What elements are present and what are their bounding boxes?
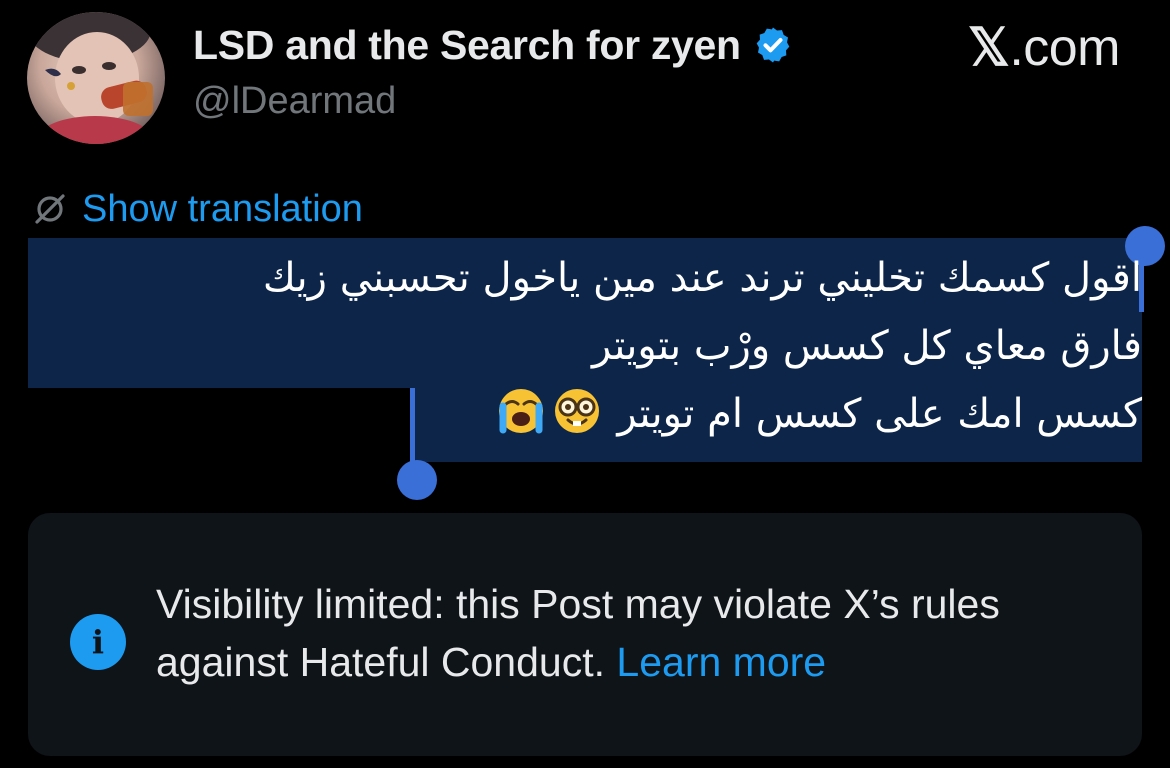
author-handle[interactable]: @lDearmad bbox=[193, 80, 396, 123]
translate-globe-icon bbox=[30, 189, 70, 229]
site-label: 𝕏.com bbox=[967, 18, 1121, 78]
visibility-notice-message: Visibility limited: this Post may violat… bbox=[156, 581, 1000, 685]
avatar[interactable] bbox=[27, 12, 165, 144]
avatar-photo bbox=[27, 12, 153, 144]
author-display-name[interactable]: LSD and the Search for zyen bbox=[193, 22, 741, 69]
show-translation-label[interactable]: Show translation bbox=[82, 188, 363, 231]
show-translation-button[interactable]: Show translation bbox=[30, 186, 363, 232]
post-text-line-with-emoji: كسس امك على كسس ام تويتر bbox=[62, 380, 1142, 448]
loudly-crying-face-emoji bbox=[496, 386, 546, 436]
learn-more-link[interactable]: Learn more bbox=[616, 639, 826, 685]
selection-start-handle[interactable] bbox=[397, 460, 437, 500]
nerd-face-emoji bbox=[552, 386, 602, 436]
author-name-row[interactable]: LSD and the Search for zyen bbox=[193, 18, 793, 72]
verified-badge-icon bbox=[753, 25, 793, 65]
site-domain: .com bbox=[1009, 19, 1120, 77]
post-text-line: فارق معاي كل كسس ورْب بتويتر bbox=[592, 323, 1142, 369]
visibility-notice-text: Visibility limited: this Post may violat… bbox=[156, 575, 1116, 691]
post-text-line: اقول كسمك تخليني ترند عند مين ياخول تحسب… bbox=[262, 255, 1142, 301]
visibility-notice-card: i Visibility limited: this Post may viol… bbox=[28, 513, 1142, 756]
post-text-line: كسس امك على كسس ام تويتر bbox=[617, 391, 1142, 437]
post-text[interactable]: اقول كسمك تخليني ترند عند مين ياخول تحسب… bbox=[62, 244, 1142, 448]
x-logo-icon: 𝕏 bbox=[967, 19, 1010, 77]
info-icon: i bbox=[70, 614, 126, 670]
